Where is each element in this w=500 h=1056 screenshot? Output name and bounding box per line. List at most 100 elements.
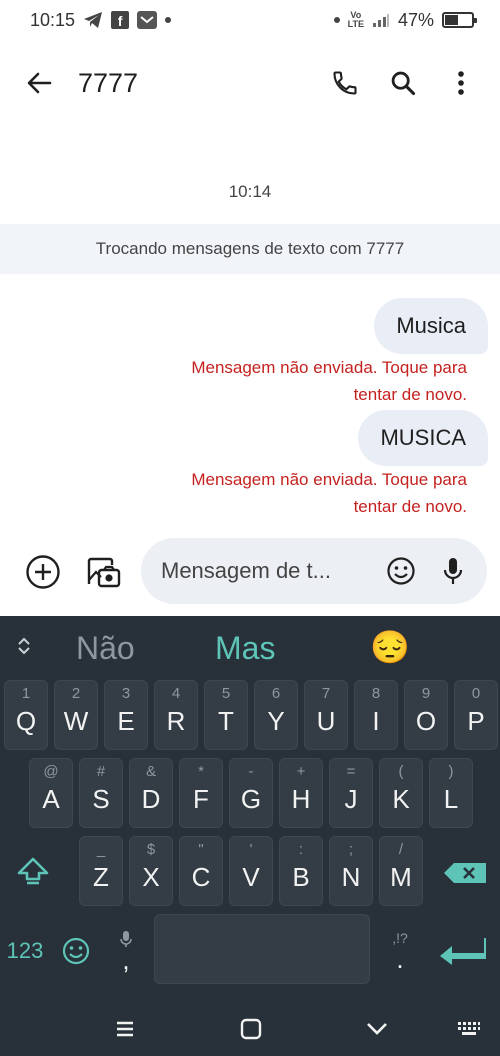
key-label: H: [291, 784, 311, 814]
call-button[interactable]: [320, 58, 370, 108]
key-c[interactable]: " C: [179, 836, 223, 906]
chevron-down-icon: [367, 1023, 387, 1035]
error-line: Mensagem não enviada. Toque para: [191, 470, 467, 489]
microphone-icon: [443, 558, 463, 584]
key-d[interactable]: & D: [129, 758, 173, 828]
error-line: tentar de novo.: [353, 385, 467, 404]
key-label: K: [392, 784, 410, 814]
key-v[interactable]: ' V: [229, 836, 273, 906]
key-g[interactable]: -G: [229, 758, 273, 828]
key-hint: @: [43, 763, 59, 780]
recent-apps-button[interactable]: [110, 1014, 140, 1044]
key-label: Y: [267, 706, 285, 736]
battery-level: [445, 15, 459, 25]
signal-icon: [372, 12, 390, 28]
enter-key[interactable]: [436, 928, 490, 974]
emoji-key[interactable]: [56, 916, 96, 986]
key-o[interactable]: 9O: [404, 680, 448, 750]
conversation-title: 7777: [78, 67, 139, 98]
message-error-retry[interactable]: Mensagem não enviada. Toque para tentar …: [147, 354, 467, 408]
hide-keyboard-button[interactable]: [362, 1014, 392, 1044]
suggestion-left[interactable]: Não: [76, 630, 135, 667]
search-button[interactable]: [378, 58, 428, 108]
key-label: N: [341, 862, 361, 892]
key-hint: 9: [421, 685, 431, 702]
conversation-info-banner: Trocando mensagens de texto com 7777: [0, 224, 500, 274]
keyboard-switch-button[interactable]: [454, 1016, 484, 1042]
key-j[interactable]: = J: [329, 758, 373, 828]
key-m[interactable]: / M: [379, 836, 423, 906]
key-hint: $: [146, 841, 156, 858]
keyboard: Não Mas 😔 1 Q 2 W 3 E 4 R 5 T 6 Y 7 U 8 I 9 O 0 P @ A # S & D * F - G…: [0, 616, 500, 1056]
key-label: R: [166, 706, 186, 736]
key-label: X: [142, 862, 160, 892]
enter-icon: [440, 938, 486, 965]
key-hint: =: [346, 763, 356, 780]
phone-icon: [333, 71, 357, 95]
key-w[interactable]: 2W: [54, 680, 98, 750]
key-hint: 2: [71, 685, 81, 702]
shift-key[interactable]: [8, 836, 58, 906]
more-options-button[interactable]: [436, 58, 486, 108]
key-x[interactable]: $ X: [129, 836, 173, 906]
status-time: 10:15: [30, 9, 76, 30]
key-label: U: [316, 706, 336, 736]
key-label: P: [467, 706, 485, 736]
volte-icon: Vo LTE: [347, 10, 364, 29]
key-a[interactable]: @ A: [29, 758, 73, 828]
key-p[interactable]: 0P: [454, 680, 498, 750]
period-key[interactable]: ,!? .: [380, 916, 420, 986]
key-f[interactable]: * F: [179, 758, 223, 828]
comma-label: ,: [122, 945, 130, 975]
battery-icon: [442, 12, 477, 28]
key-y[interactable]: 6Y: [254, 680, 298, 750]
gallery-camera-button[interactable]: [78, 547, 128, 597]
voice-input-button[interactable]: [433, 546, 473, 596]
message-timestamp: 10:14: [228, 182, 272, 201]
menu-icon: [117, 1021, 133, 1037]
backspace-key[interactable]: [440, 838, 490, 908]
key-label: B: [292, 862, 310, 892]
message-bubble[interactable]: Musica: [374, 298, 488, 354]
message-input[interactable]: Mensagem de t...: [141, 538, 487, 604]
key-b[interactable]: :B: [279, 836, 323, 906]
key-label: W: [63, 706, 89, 736]
key-t[interactable]: 5T: [204, 680, 248, 750]
key-q[interactable]: 1Q: [4, 680, 48, 750]
key-r[interactable]: 4R: [154, 680, 198, 750]
suggestion-center[interactable]: Mas: [215, 630, 275, 667]
telegram-icon: [83, 11, 103, 29]
key-hint: (: [398, 763, 404, 780]
key-e[interactable]: 3E: [104, 680, 148, 750]
key-z[interactable]: _ Z: [79, 836, 123, 906]
notification-dot-icon: [165, 17, 172, 23]
key-h[interactable]: + H: [279, 758, 323, 828]
attach-button[interactable]: [18, 547, 68, 597]
key-l[interactable]: ) L: [429, 758, 473, 828]
arrow-back-icon: [27, 72, 52, 94]
key-label: L: [443, 784, 459, 814]
key-k[interactable]: (K: [379, 758, 423, 828]
key-label: S: [92, 784, 110, 814]
key-u[interactable]: 7U: [304, 680, 348, 750]
key-i[interactable]: 8I: [354, 680, 398, 750]
home-button[interactable]: [236, 1014, 266, 1044]
suggestion-right[interactable]: 😔: [370, 628, 410, 666]
symbols-key[interactable]: 123: [4, 916, 46, 986]
message-input-placeholder: Mensagem de t...: [161, 558, 331, 583]
space-key[interactable]: [154, 914, 370, 984]
compose-bar: Mensagem de t...: [0, 536, 500, 608]
key-hint: 8: [371, 685, 381, 702]
expand-toolbar-button[interactable]: [12, 634, 36, 658]
message-bubble[interactable]: MUSICA: [358, 410, 488, 466]
emoji-button[interactable]: [381, 546, 421, 596]
shift-icon: [17, 857, 49, 885]
key-n[interactable]: ; N: [329, 836, 373, 906]
key-hint: #: [96, 763, 106, 780]
back-button[interactable]: [14, 58, 64, 108]
comma-key[interactable]: ,: [104, 916, 148, 986]
message-error-retry[interactable]: Mensagem não enviada. Toque para tentar …: [147, 466, 467, 520]
error-line: tentar de novo.: [353, 497, 467, 516]
key-s[interactable]: # S: [79, 758, 123, 828]
emoji-icon: [387, 557, 415, 585]
